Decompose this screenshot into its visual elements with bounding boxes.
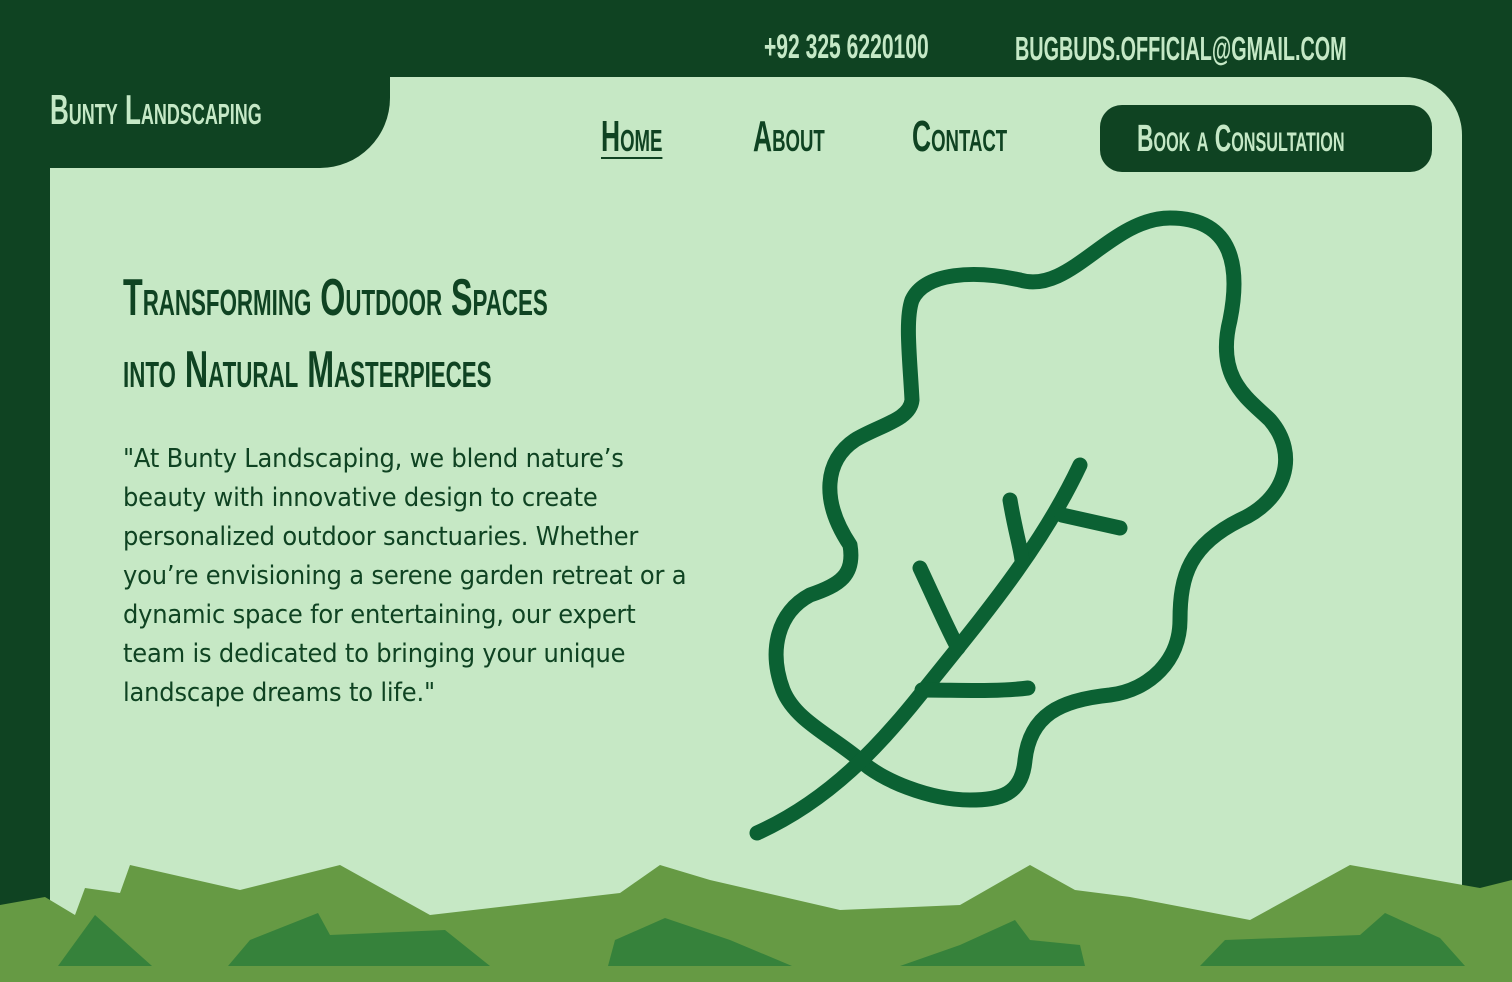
leaf-vein-mid-left <box>912 560 966 656</box>
contact-phone[interactable]: +92 325 6220100 <box>764 28 929 67</box>
leaf-vein-upper-right <box>1054 507 1128 536</box>
nav-contact-link[interactable]: Contact <box>912 112 1007 162</box>
hero-headline-line-1: Transforming Outdoor Spaces <box>123 269 548 327</box>
book-consultation-button[interactable]: Book a Consultation <box>1100 105 1432 172</box>
leaf-midrib <box>749 457 1088 841</box>
book-consultation-label: Book a Consultation <box>1137 118 1345 160</box>
nav-home-link[interactable]: Home <box>601 112 662 162</box>
hero-headline-line-2: into Natural Masterpieces <box>123 341 492 399</box>
leaf-vein-lower-right <box>914 680 1036 698</box>
hills-decoration <box>0 865 1512 982</box>
hero-headline: Transforming Outdoor Spaces into Natural… <box>123 262 548 406</box>
brand-logo[interactable]: Bunty Landscaping <box>50 86 262 134</box>
leaf-outline-icon <box>749 210 1294 841</box>
leaf-outline <box>768 210 1294 808</box>
nav-about-link[interactable]: About <box>753 112 825 162</box>
contact-email[interactable]: bugbuds.official@gmail.com <box>1015 30 1347 68</box>
hero-description: "At Bunty Landscaping, we blend nature’s… <box>123 444 687 708</box>
leaf-vein-upper-left <box>1002 492 1030 568</box>
